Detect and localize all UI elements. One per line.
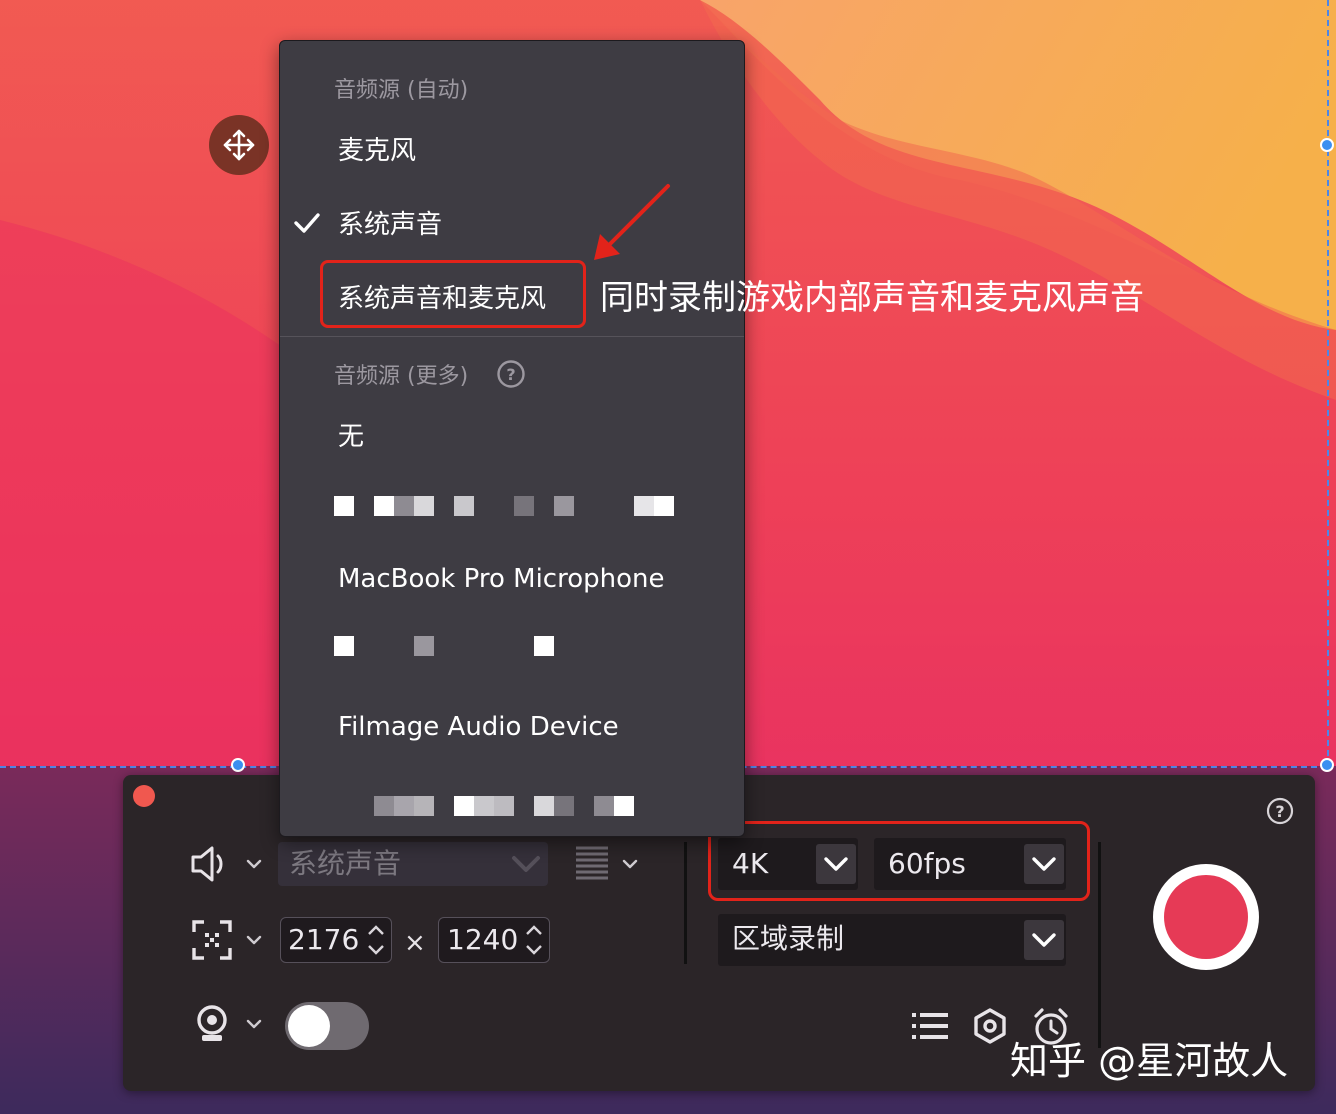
menu-item-redacted-device[interactable]: [334, 636, 564, 656]
menu-section-auto: 音频源 (自动): [334, 78, 469, 103]
menu-item-system-sound[interactable]: 系统声音: [338, 204, 442, 241]
height-value: 1240: [447, 923, 519, 956]
close-button[interactable]: [133, 785, 155, 807]
resize-handle-bottom-right[interactable]: [1320, 758, 1334, 772]
menu-section-more: 音频源 (更多): [334, 364, 469, 389]
width-stepper[interactable]: [364, 920, 388, 960]
menu-item-microphone[interactable]: 麦克风: [338, 130, 416, 167]
menu-item-redacted-device[interactable]: [374, 796, 634, 816]
speaker-icon[interactable]: [188, 842, 232, 886]
record-mode-dropdown-button[interactable]: [1024, 920, 1064, 960]
resize-handle-right[interactable]: [1320, 138, 1334, 152]
times-sign: ×: [404, 928, 426, 958]
selection-border-right: [1327, 0, 1329, 766]
list-icon[interactable]: [910, 1008, 950, 1044]
chevron-down-icon[interactable]: [244, 1014, 264, 1034]
webcam-toggle-knob: [288, 1005, 330, 1047]
menu-item-macbook-mic[interactable]: MacBook Pro Microphone: [338, 564, 665, 594]
resize-handle-bottom[interactable]: [231, 758, 245, 772]
menu-item-filmage[interactable]: Filmage Audio Device: [338, 712, 619, 742]
record-button-dot: [1164, 875, 1248, 959]
menu-item-highlight-box: [320, 260, 586, 328]
svg-text:?: ?: [1275, 802, 1284, 821]
chevron-down-icon[interactable]: [620, 854, 640, 874]
menu-item-redacted-device[interactable]: [334, 496, 674, 516]
chevron-down-icon: [512, 856, 540, 872]
volume-bars-icon[interactable]: [574, 842, 610, 884]
annotation-arrow: [594, 184, 670, 260]
chevron-down-icon[interactable]: [244, 930, 264, 950]
quality-highlight-box: [708, 821, 1090, 901]
settings-icon[interactable]: [970, 1006, 1010, 1046]
move-handle[interactable]: [209, 115, 269, 175]
divider: [684, 842, 687, 964]
menu-separator: [280, 336, 744, 337]
chevron-down-icon: [1032, 933, 1056, 947]
move-icon: [223, 129, 255, 161]
menu-item-none[interactable]: 无: [338, 416, 364, 453]
webcam-icon[interactable]: [190, 1002, 234, 1046]
help-icon[interactable]: ?: [496, 359, 526, 389]
divider: [1098, 842, 1101, 1048]
region-icon[interactable]: [190, 918, 234, 962]
annotation-text: 同时录制游戏内部声音和麦克风声音: [600, 278, 1144, 318]
chevron-down-icon[interactable]: [244, 854, 264, 874]
svg-text:?: ?: [506, 365, 515, 384]
height-stepper[interactable]: [522, 920, 546, 960]
width-value: 2176: [288, 923, 360, 956]
help-icon[interactable]: ?: [1266, 797, 1294, 825]
record-mode-value: 区域录制: [732, 922, 845, 955]
watermark: 知乎 @星河故人: [1010, 1039, 1289, 1083]
checkmark-icon: [294, 213, 320, 233]
audio-source-value: 系统声音: [289, 847, 402, 880]
